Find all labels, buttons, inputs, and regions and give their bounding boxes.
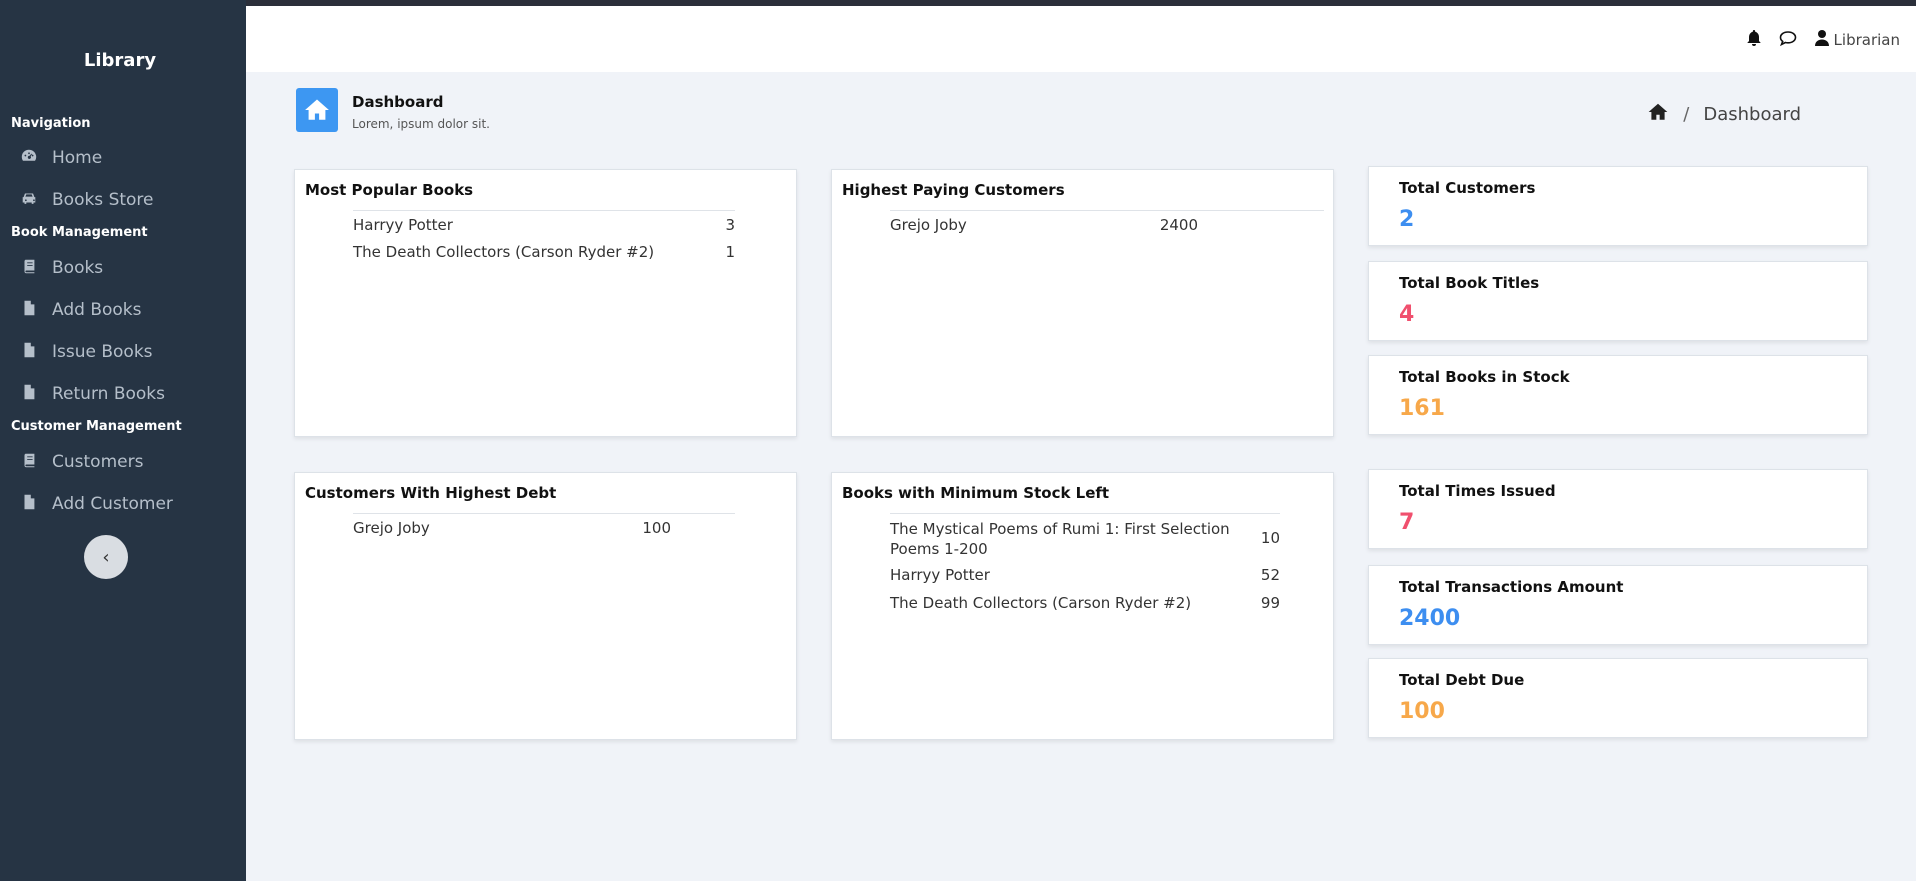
sidebar-item-issue-books[interactable]: Issue Books bbox=[18, 339, 153, 365]
highest-debt-card: Customers With Highest Debt Grejo Joby 1… bbox=[294, 472, 797, 740]
sidebar: Library Navigation Home Books Store Book… bbox=[0, 0, 246, 881]
stat-value: 161 bbox=[1399, 396, 1445, 421]
stat-label: Total Debt Due bbox=[1399, 671, 1525, 689]
page-title: Dashboard bbox=[352, 93, 444, 111]
car-icon bbox=[18, 189, 40, 212]
page-subtitle: Lorem, ipsum dolor sit. bbox=[352, 117, 490, 131]
stat-total-transactions-amount: Total Transactions Amount 2400 bbox=[1368, 565, 1868, 645]
bell-icon[interactable] bbox=[1744, 28, 1764, 52]
file-icon bbox=[18, 383, 40, 406]
breadcrumb-separator: / bbox=[1683, 104, 1690, 125]
sidebar-item-label: Add Customer bbox=[52, 494, 173, 514]
stat-label: Total Customers bbox=[1399, 179, 1536, 197]
amount: 2400 bbox=[1159, 216, 1198, 234]
table-row: Harryy Potter 52 bbox=[890, 566, 1280, 584]
book-icon bbox=[18, 257, 40, 280]
breadcrumb: / Dashboard bbox=[1647, 101, 1801, 128]
issue-count: 3 bbox=[725, 216, 735, 234]
sidebar-item-return-books[interactable]: Return Books bbox=[18, 381, 165, 407]
customer-name: Grejo Joby bbox=[890, 216, 967, 234]
chevron-left-icon: ‹ bbox=[102, 546, 110, 568]
debt: 100 bbox=[642, 519, 671, 537]
book-name: Harryy Potter bbox=[353, 216, 453, 234]
file-icon bbox=[18, 341, 40, 364]
sidebar-item-label: Books bbox=[52, 258, 104, 278]
stat-label: Total Book Titles bbox=[1399, 274, 1540, 292]
popular-books-card: Most Popular Books Harryy Potter 3 The D… bbox=[294, 169, 797, 437]
sidebar-item-label: Customers bbox=[52, 452, 144, 472]
sidebar-item-label: Home bbox=[52, 148, 103, 168]
page-home-icon bbox=[296, 88, 338, 132]
breadcrumb-current: Dashboard bbox=[1703, 104, 1801, 125]
sidebar-item-label: Add Books bbox=[52, 300, 142, 320]
table-row: The Mystical Poems of Rumi 1: First Sele… bbox=[890, 519, 1280, 559]
dashboard-icon bbox=[18, 147, 40, 170]
sidebar-item-books-store[interactable]: Books Store bbox=[18, 187, 154, 213]
stock: 99 bbox=[1260, 594, 1280, 612]
home-icon[interactable] bbox=[1647, 101, 1669, 128]
customer-name: Grejo Joby bbox=[353, 519, 430, 537]
file-icon bbox=[18, 493, 40, 516]
card-title: Customers With Highest Debt bbox=[305, 484, 557, 502]
table-row: The Death Collectors (Carson Ryder #2) 1 bbox=[353, 243, 735, 261]
divider bbox=[353, 513, 735, 514]
min-stock-card: Books with Minimum Stock Left The Mystic… bbox=[831, 472, 1334, 740]
stat-label: Total Transactions Amount bbox=[1399, 578, 1624, 596]
sidebar-collapse-button[interactable]: ‹ bbox=[84, 535, 128, 579]
stat-value: 4 bbox=[1399, 302, 1415, 327]
stat-total-books-in-stock: Total Books in Stock 161 bbox=[1368, 355, 1868, 435]
brand-title[interactable]: Library bbox=[0, 50, 240, 71]
stock: 10 bbox=[1260, 529, 1280, 547]
divider bbox=[353, 210, 735, 211]
highest-paying-card: Highest Paying Customers Grejo Joby 2400 bbox=[831, 169, 1334, 437]
sidebar-item-books[interactable]: Books bbox=[18, 255, 103, 281]
file-icon bbox=[18, 299, 40, 322]
chat-icon[interactable] bbox=[1778, 28, 1798, 52]
stat-value: 7 bbox=[1399, 510, 1415, 535]
sidebar-item-add-customer[interactable]: Add Customer bbox=[18, 491, 173, 517]
stat-value: 100 bbox=[1399, 699, 1445, 724]
book-name: The Mystical Poems of Rumi 1: First Sele… bbox=[890, 520, 1230, 558]
user-menu[interactable]: Librarian bbox=[1812, 28, 1900, 52]
book-name: Harryy Potter bbox=[890, 566, 990, 584]
stock: 52 bbox=[1260, 566, 1280, 584]
table-row: Harryy Potter 3 bbox=[353, 216, 735, 234]
topbar: Librarian bbox=[246, 6, 1916, 72]
stat-value: 2400 bbox=[1399, 606, 1461, 631]
stat-total-times-issued: Total Times Issued 7 bbox=[1368, 469, 1868, 549]
book-icon bbox=[18, 451, 40, 474]
stat-label: Total Times Issued bbox=[1399, 482, 1556, 500]
card-title: Highest Paying Customers bbox=[842, 181, 1065, 199]
divider bbox=[890, 210, 1324, 211]
issue-count: 1 bbox=[725, 243, 735, 261]
section-customer-management: Customer Management bbox=[11, 419, 182, 434]
sidebar-item-label: Return Books bbox=[52, 384, 165, 404]
sidebar-item-label: Books Store bbox=[52, 190, 154, 210]
table-row: The Death Collectors (Carson Ryder #2) 9… bbox=[890, 594, 1280, 612]
stat-total-book-titles: Total Book Titles 4 bbox=[1368, 261, 1868, 341]
book-name: The Death Collectors (Carson Ryder #2) bbox=[890, 594, 1192, 612]
stat-label: Total Books in Stock bbox=[1399, 368, 1570, 386]
sidebar-item-home[interactable]: Home bbox=[18, 145, 102, 171]
table-row: Grejo Joby 2400 bbox=[890, 216, 1198, 234]
table-row: Grejo Joby 100 bbox=[353, 519, 671, 537]
sidebar-item-customers[interactable]: Customers bbox=[18, 449, 143, 475]
section-book-management: Book Management bbox=[11, 225, 148, 240]
sidebar-item-add-books[interactable]: Add Books bbox=[18, 297, 141, 323]
section-navigation: Navigation bbox=[11, 116, 91, 131]
stat-total-debt-due: Total Debt Due 100 bbox=[1368, 658, 1868, 738]
card-title: Most Popular Books bbox=[305, 181, 474, 199]
divider bbox=[890, 513, 1280, 514]
user-icon bbox=[1812, 28, 1832, 52]
stat-value: 2 bbox=[1399, 207, 1415, 232]
book-name: The Death Collectors (Carson Ryder #2) bbox=[353, 243, 655, 261]
user-name: Librarian bbox=[1833, 31, 1900, 49]
card-title: Books with Minimum Stock Left bbox=[842, 484, 1110, 502]
stat-total-customers: Total Customers 2 bbox=[1368, 166, 1868, 246]
sidebar-item-label: Issue Books bbox=[52, 342, 153, 362]
